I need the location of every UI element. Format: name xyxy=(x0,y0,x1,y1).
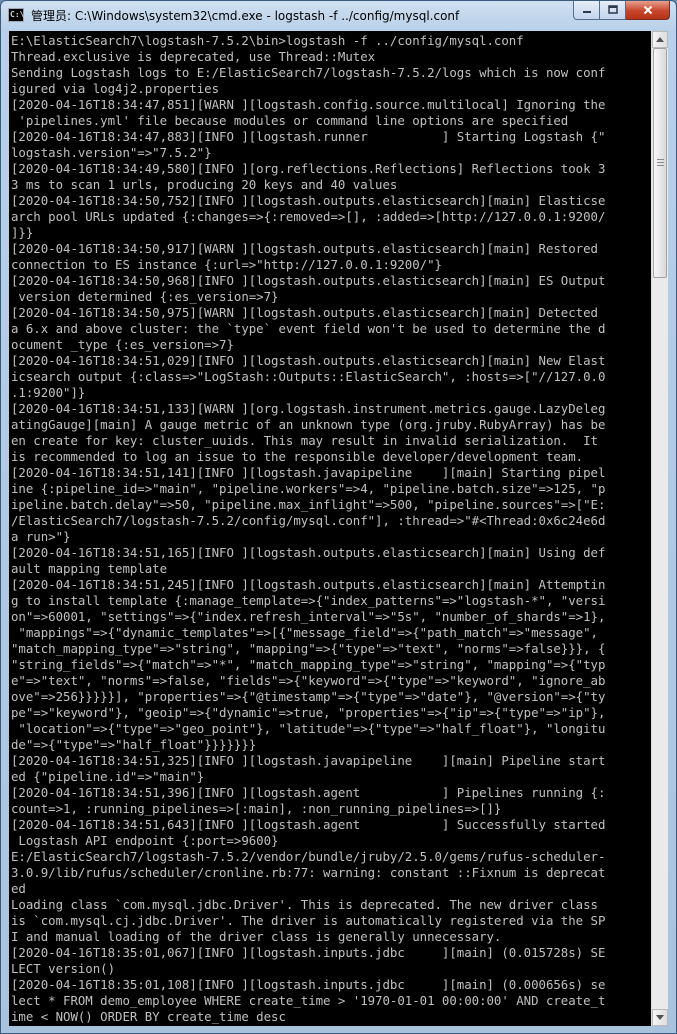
console-line: E:\ElasticSearch7\logstash-7.5.2\bin>log… xyxy=(11,33,524,48)
minimize-icon xyxy=(582,11,591,13)
thumb-grip-line xyxy=(657,165,664,166)
console-line: lect * FROM demo_employee WHERE create_t… xyxy=(11,993,606,1008)
console-line: ed xyxy=(11,881,26,896)
console-line: ine {:pipeline_id=>"main", "pipeline.wor… xyxy=(11,481,606,496)
scrollbar-thumb[interactable] xyxy=(653,48,667,278)
console-line: [2020-04-16T18:34:50,975][WARN ][logstas… xyxy=(11,305,598,320)
console-line: ime < NOW() ORDER BY create_time desc xyxy=(11,1009,286,1024)
console-line: logstash.version"=>"7.5.2"} xyxy=(11,145,212,160)
console-line: "match_mapping_type"=>"string", "mapping… xyxy=(11,641,606,656)
close-button[interactable] xyxy=(626,1,670,20)
maximize-icon xyxy=(607,5,618,14)
console-line: de"=>{"type"=>"half_float"}}}}}}} xyxy=(11,737,257,752)
console-line: ipeline.batch.delay"=>50, "pipeline.max_… xyxy=(11,497,606,512)
console-line: "mappings"=>{"dynamic_templates"=>[{"mes… xyxy=(11,625,598,640)
cmd-icon-glyph: C:\ xyxy=(10,10,25,19)
arrow-down-icon xyxy=(656,1015,664,1020)
console-line: g to install template {:manage_template=… xyxy=(11,593,606,608)
console-line: [2020-04-16T18:34:50,968][INFO ][logstas… xyxy=(11,273,606,288)
console-line: is `com.mysql.cj.jdbc.Driver'. The drive… xyxy=(11,913,606,928)
console-text: E:\ElasticSearch7\logstash-7.5.2\bin>log… xyxy=(9,31,651,1025)
console-line: Logstash API endpoint {:port=>9600} xyxy=(11,833,279,848)
console-line: Loading class `com.mysql.jdbc.Driver'. T… xyxy=(11,897,598,912)
console-line: [2020-04-16T18:34:51,165][INFO ][logstas… xyxy=(11,545,606,560)
console-line: [2020-04-16T18:34:51,396][INFO ][logstas… xyxy=(11,785,606,800)
console-line: count=>1, :running_pipelines=>[:main], :… xyxy=(11,801,502,816)
console-line: LECT version() xyxy=(11,961,116,976)
console-line: igured via log4j2.properties xyxy=(11,81,220,96)
console-line: [2020-04-16T18:34:51,325][INFO ][logstas… xyxy=(11,753,606,768)
console-line: [2020-04-16T18:34:47,851][WARN ][logstas… xyxy=(11,97,606,112)
console-line: [2020-04-16T18:34:51,245][INFO ][logstas… xyxy=(11,577,606,592)
console-line: atingGauge][main] A gauge metric of an u… xyxy=(11,417,606,432)
window-controls xyxy=(573,1,670,21)
console-line: Thread.exclusive is deprecated, use Thre… xyxy=(11,49,376,64)
arrow-up-icon xyxy=(656,37,664,42)
minimize-button[interactable] xyxy=(573,1,600,20)
console-line: .1:9200"]} xyxy=(11,385,86,400)
console-line: [2020-04-16T18:34:50,917][WARN ][logstas… xyxy=(11,241,598,256)
console-line: "string_fields"=>{"match"=>"*", "match_m… xyxy=(11,657,606,672)
thumb-grip-line xyxy=(657,162,664,163)
console-line: [2020-04-16T18:34:51,643][INFO ][logstas… xyxy=(11,817,606,832)
console-line: I and manual loading of the driver class… xyxy=(11,929,502,944)
title-bar[interactable]: C:\ 管理员: C:\Windows\system32\cmd.exe - l… xyxy=(1,1,676,31)
console-line: 'pipelines.yml' file because modules or … xyxy=(11,113,569,128)
console-line: [2020-04-16T18:34:51,029][INFO ][logstas… xyxy=(11,353,606,368)
console-line: connection to ES instance {:url=>"http:/… xyxy=(11,257,442,272)
console-line: [2020-04-16T18:34:47,883][INFO ][logstas… xyxy=(11,129,606,144)
window-title: 管理员: C:\Windows\system32\cmd.exe - logst… xyxy=(31,9,460,23)
console-output[interactable]: E:\ElasticSearch7\logstash-7.5.2\bin>log… xyxy=(9,31,651,1026)
console-line: arch pool URLs updated {:changes=>{:remo… xyxy=(11,209,606,224)
console-line: 3 ms to scan 1 urls, producing 20 keys a… xyxy=(11,177,398,192)
thumb-grip-line xyxy=(657,159,664,160)
close-icon xyxy=(643,5,652,15)
console-line: version determined {:es_version=>7} xyxy=(11,289,279,304)
console-line: 3.0.9/lib/rufus/scheduler/cronline.rb:77… xyxy=(11,865,606,880)
console-line: ]}} xyxy=(11,225,34,240)
console-line: "location"=>{"type"=>"geo_point"}, "lati… xyxy=(11,721,606,736)
console-line: pe"=>"keyword"}, "geoip"=>{"dynamic"=>tr… xyxy=(11,705,606,720)
console-line: [2020-04-16T18:34:49,580][INFO ][org.ref… xyxy=(11,161,606,176)
console-line: e"=>"text", "norms"=>false, "fields"=>{"… xyxy=(11,673,606,688)
console-line: [2020-04-16T18:34:50,752][INFO ][logstas… xyxy=(11,193,606,208)
console-line: ed {"pipeline.id"=>"main"} xyxy=(11,769,205,784)
scroll-up-button[interactable] xyxy=(652,31,668,48)
vertical-scrollbar[interactable] xyxy=(651,31,668,1026)
maximize-button[interactable] xyxy=(600,1,626,20)
console-line: [2020-04-16T18:35:01,108][INFO ][logstas… xyxy=(11,977,606,992)
console-line: E:/ElasticSearch7/logstash-7.5.2/vendor/… xyxy=(11,849,606,864)
console-line: [2020-04-16T18:35:01,067][INFO ][logstas… xyxy=(11,945,606,960)
scroll-down-button[interactable] xyxy=(652,1009,668,1026)
console-line: on"=>60001, "settings"=>{"index.refresh_… xyxy=(11,609,606,624)
console-line: /ElasticSearch7/logstash-7.5.2/config/my… xyxy=(11,513,606,528)
console-line: is recommended to log an issue to the re… xyxy=(11,449,584,464)
cmd-icon[interactable]: C:\ xyxy=(8,8,24,22)
cmd-window: C:\ 管理员: C:\Windows\system32\cmd.exe - l… xyxy=(0,0,677,1034)
console-line: [2020-04-16T18:34:51,133][WARN ][org.log… xyxy=(11,401,606,416)
console-line: [2020-04-16T18:34:51,141][INFO ][logstas… xyxy=(11,465,606,480)
console-line: a 6.x and above cluster: the `type` even… xyxy=(11,321,606,336)
console-line: ocument _type {:es_version=>7} xyxy=(11,337,234,352)
console-line: ault mapping template xyxy=(11,561,168,576)
console-line: icsearch output {:class=>"LogStash::Outp… xyxy=(11,369,606,384)
console-line: ove"=>256}}}}}], "properties"=>{"@timest… xyxy=(11,689,606,704)
console-line: en create for key: cluster_uuids. This m… xyxy=(11,433,598,448)
console-line: a run>"} xyxy=(11,529,71,544)
console-line: Sending Logstash logs to E:/ElasticSearc… xyxy=(11,65,606,80)
